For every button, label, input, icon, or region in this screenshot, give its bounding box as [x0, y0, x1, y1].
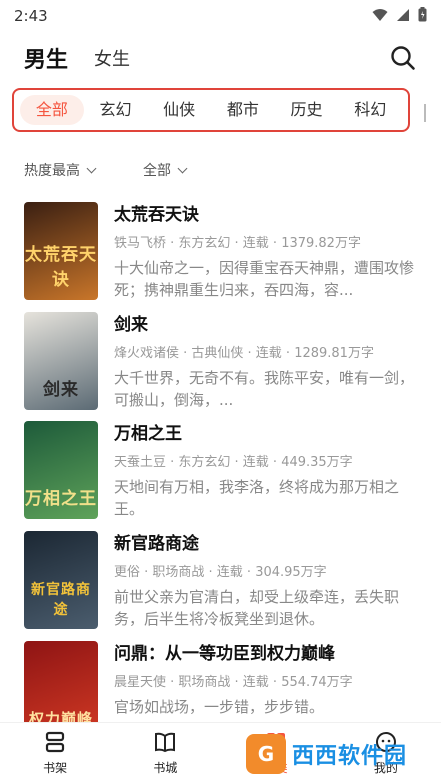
category-dushi[interactable]: 都市: [211, 95, 275, 125]
category-all[interactable]: 全部: [20, 95, 84, 125]
tab-bookstore[interactable]: 书城: [110, 723, 220, 784]
book-item[interactable]: 权力巅峰 问鼎：从一等功臣到权力巅峰 晨星天使 · 职场商战 · 连载 · 55…: [24, 641, 424, 722]
search-icon: [391, 46, 415, 70]
book-item[interactable]: 万相之王 万相之王 天蚕土豆 · 东方玄幻 · 连载 · 449.35万字 天地…: [24, 421, 424, 521]
book-meta: 晨星天使 · 职场商战 · 连载 · 554.74万字: [114, 675, 353, 690]
book-cover: 新官路商途: [24, 531, 98, 629]
book-item[interactable]: 剑来 剑来 烽火戏诸侯 · 古典仙侠 · 连载 · 1289.81万字 大千世界…: [24, 312, 424, 412]
book-desc: 天地间有万相，我李洛，终将成为那万相之王。: [114, 478, 400, 518]
sort-filter-label: 热度最高: [24, 163, 80, 179]
battery-icon: [418, 6, 427, 26]
sort-filter[interactable]: 热度最高: [24, 160, 97, 180]
book-meta: 更俗 · 职场商战 · 连载 · 304.95万字: [114, 565, 327, 580]
gender-bar: 男生 女生: [0, 36, 441, 80]
book-meta: 铁马飞桥 · 东方玄幻 · 连载 · 1379.82万字: [114, 236, 361, 251]
book-title: 太荒吞天诀: [114, 205, 199, 225]
watermark-text: 西西软件园: [292, 744, 408, 769]
book-item[interactable]: 太荒吞天诀 太荒吞天诀 铁马飞桥 · 东方玄幻 · 连载 · 1379.82万字…: [24, 202, 424, 302]
book-desc: 前世父亲为官清白，却受上级牵连，丢失职务，后半生将冷板凳坐到退休。: [114, 588, 400, 628]
category-strip: 全部 玄幻 仙侠 都市 历史 科幻: [12, 88, 410, 132]
tab-bookshelf-label: 书架: [43, 761, 68, 775]
book-item[interactable]: 新官路商途 新官路商途 更俗 · 职场商战 · 连载 · 304.95万字 前世…: [24, 531, 424, 631]
chevron-down-icon: [177, 163, 188, 173]
book-cover: 太荒吞天诀: [24, 202, 98, 300]
book-cover: 剑来: [24, 312, 98, 410]
book-title: 问鼎：从一等功臣到权力巅峰: [114, 644, 335, 664]
tab-bookshelf[interactable]: 书架: [0, 723, 110, 784]
book-title: 剑来: [114, 315, 148, 335]
book-desc: 官场如战场，一步错，步步错。: [114, 698, 325, 716]
tab-female[interactable]: 女生: [94, 45, 130, 71]
book-title: 新官路商途: [114, 534, 199, 554]
book-list: 太荒吞天诀 太荒吞天诀 铁马飞桥 · 东方玄幻 · 连载 · 1379.82万字…: [0, 198, 441, 722]
book-desc: 十大仙帝之一，因得重宝吞天神鼎，遭围攻惨死；携神鼎重生归来，吞四海，容...: [114, 259, 414, 299]
book-meta: 天蚕土豆 · 东方玄幻 · 连载 · 449.35万字: [114, 455, 353, 470]
status-bar: 2:43: [0, 0, 441, 32]
book-desc: 大千世界，无奇不有。我陈平安，唯有一剑，可搬山，倒海，...: [114, 369, 414, 409]
book-cover: 权力巅峰: [24, 641, 98, 722]
book-store-icon: [152, 729, 178, 755]
category-overflow-hint: [424, 104, 428, 122]
cover-title: 太荒吞天诀: [25, 245, 97, 290]
scope-filter[interactable]: 全部: [143, 160, 188, 180]
scope-filter-label: 全部: [143, 163, 171, 179]
category-lishi[interactable]: 历史: [275, 95, 339, 125]
wifi-icon: [372, 7, 388, 26]
category-xuanhuan[interactable]: 玄幻: [84, 95, 148, 125]
cover-title: 剑来: [43, 380, 79, 400]
cover-title: 万相之王: [25, 489, 97, 509]
status-time: 2:43: [14, 7, 48, 25]
book-cover: 万相之王: [24, 421, 98, 519]
category-xianxia[interactable]: 仙侠: [147, 95, 211, 125]
tab-male[interactable]: 男生: [21, 42, 73, 74]
category-kehuan[interactable]: 科幻: [338, 95, 402, 125]
signal-icon: [396, 7, 410, 26]
search-button[interactable]: [389, 44, 417, 72]
cover-title: 新官路商途: [31, 582, 91, 618]
bookshelf-icon: [42, 729, 68, 755]
book-meta: 烽火戏诸侯 · 古典仙侠 · 连载 · 1289.81万字: [114, 346, 374, 361]
tab-bookstore-label: 书城: [153, 761, 178, 775]
status-icons: [372, 6, 427, 26]
filter-row: 热度最高 全部: [24, 160, 188, 180]
book-title: 万相之王: [114, 424, 182, 444]
watermark-badge: G: [246, 734, 286, 774]
watermark-logo: G 西西软件园: [246, 728, 436, 780]
cover-title: 权力巅峰: [28, 710, 93, 722]
chevron-down-icon: [86, 163, 97, 173]
